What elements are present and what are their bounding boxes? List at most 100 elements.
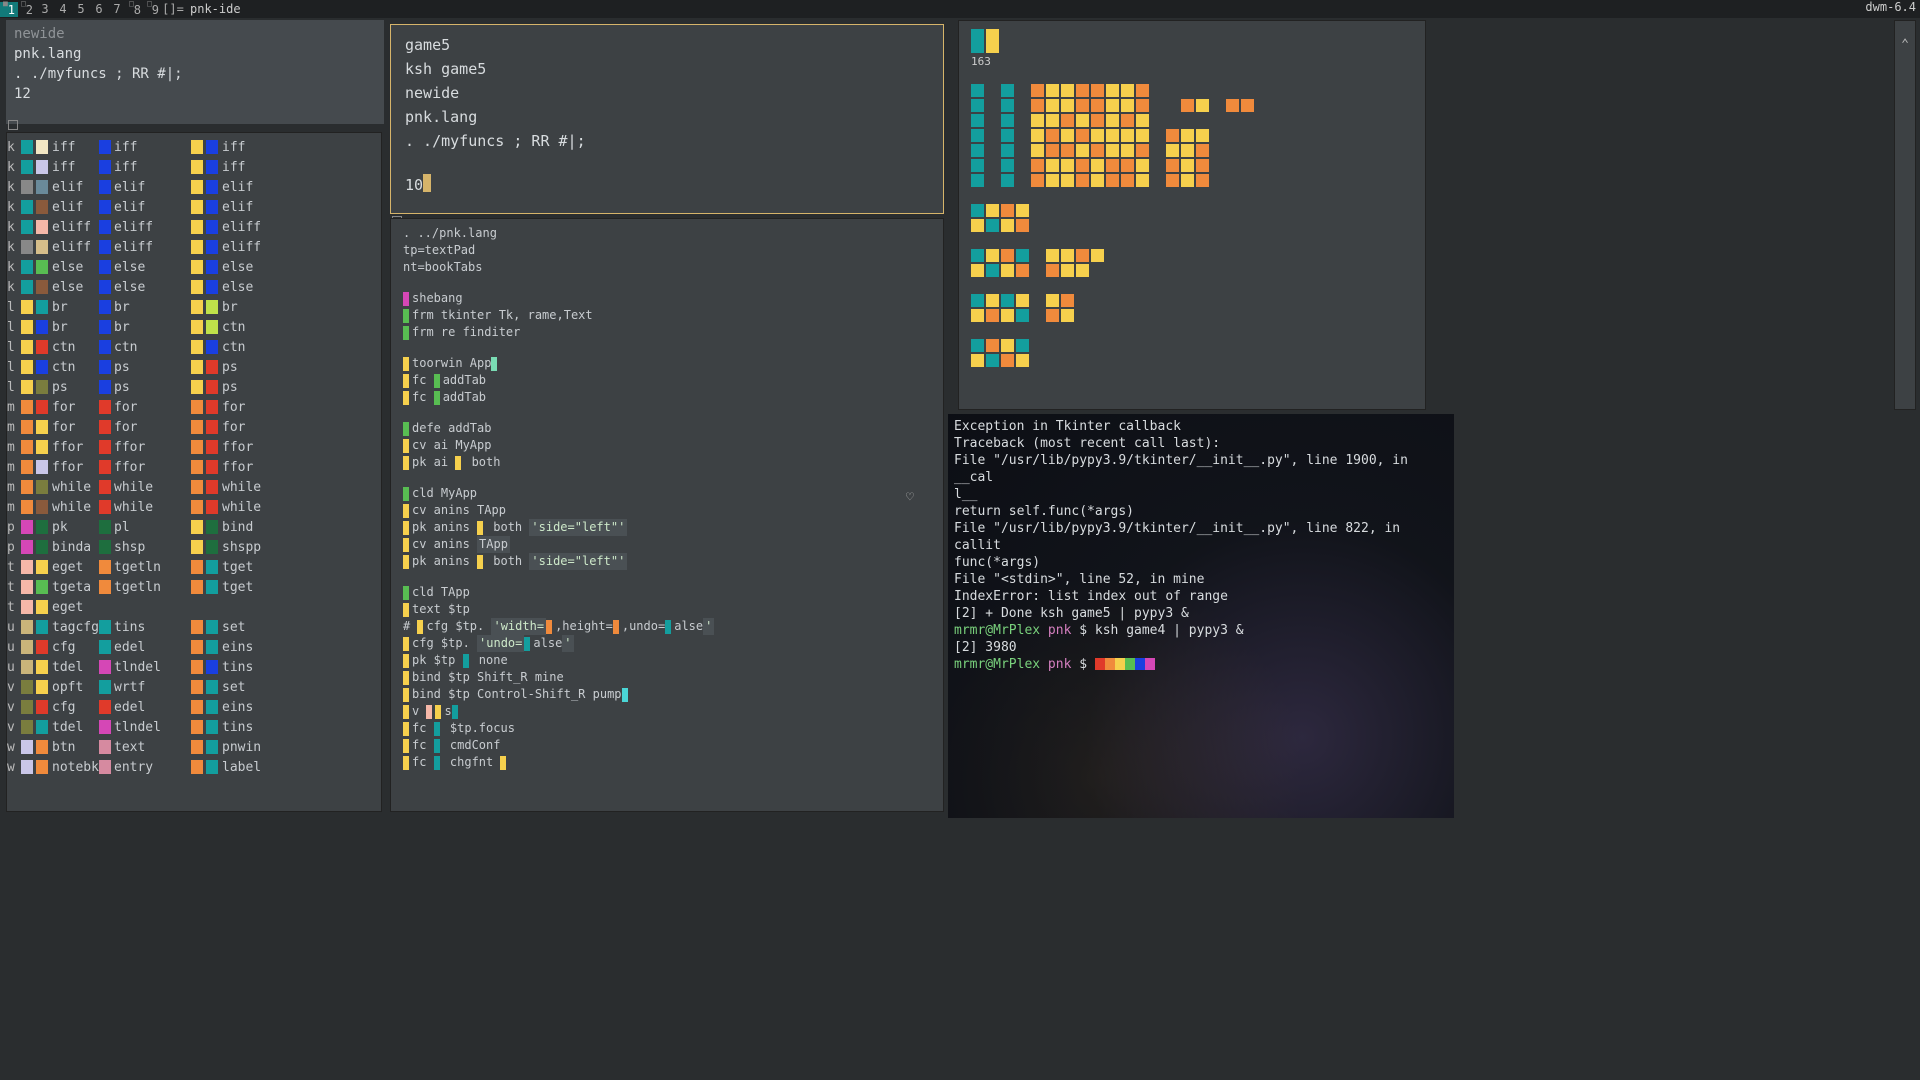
symbol-entry[interactable]: shsp — [99, 537, 191, 557]
symbol-entry[interactable]: entry — [99, 757, 191, 777]
symbol-entry[interactable]: tget — [191, 557, 283, 577]
code-line[interactable]: cfg $tp. 'undo=alse' — [403, 635, 935, 652]
symbol-entry[interactable]: for — [191, 397, 283, 417]
symbol-entry[interactable]: wrtf — [99, 677, 191, 697]
code-line[interactable]: bind $tp Control-Shift_R pump — [403, 686, 935, 703]
tag-8[interactable]: □8 — [126, 2, 144, 17]
code-line[interactable]: cv anins TApp — [403, 536, 935, 553]
symbol-entry[interactable]: kiff — [7, 137, 99, 157]
symbol-entry[interactable]: vtdel — [7, 717, 99, 737]
symbol-entry[interactable]: utdel — [7, 657, 99, 677]
code-line[interactable]: cv anins TApp — [403, 502, 935, 519]
symbol-entry[interactable]: ffor — [191, 437, 283, 457]
symbol-entry[interactable]: for — [99, 417, 191, 437]
symbol-entry[interactable] — [191, 597, 283, 617]
symbol-entry[interactable]: elif — [99, 177, 191, 197]
symbol-entry[interactable]: iff — [191, 157, 283, 177]
code-line[interactable]: pk anins both 'side="left"' — [403, 553, 935, 570]
tag-9[interactable]: □9 — [144, 2, 162, 17]
symbol-entry[interactable]: eliff — [191, 217, 283, 237]
symbol-entry[interactable]: kiff — [7, 157, 99, 177]
symbol-entry[interactable]: ucfg — [7, 637, 99, 657]
code-line[interactable]: pk ai both — [403, 454, 935, 471]
symbol-entry[interactable]: mwhile — [7, 497, 99, 517]
symbol-entry[interactable]: tget — [191, 577, 283, 597]
symbol-entry[interactable]: text — [99, 737, 191, 757]
symbol-entry[interactable]: mffor — [7, 437, 99, 457]
symbol-entry[interactable]: shspp — [191, 537, 283, 557]
symbol-palette-pane[interactable]: kiffkiffkelifkelifkeliffkeliffkelsekelse… — [6, 132, 382, 812]
symbol-entry[interactable]: set — [191, 617, 283, 637]
tag-2[interactable]: □2 — [18, 2, 36, 17]
scroll-up-icon[interactable]: ⌃ — [1895, 37, 1915, 52]
symbol-entry[interactable]: ctn — [191, 317, 283, 337]
code-line[interactable]: fc addTab — [403, 389, 935, 406]
symbol-entry[interactable]: tlndel — [99, 657, 191, 677]
symbol-entry[interactable]: br — [191, 297, 283, 317]
symbol-entry[interactable]: elif — [191, 177, 283, 197]
symbol-entry[interactable]: tins — [191, 657, 283, 677]
symbol-entry[interactable]: set — [191, 677, 283, 697]
code-line[interactable]: v s — [403, 703, 935, 720]
code-line[interactable]: pk $tp none — [403, 652, 935, 669]
layout-indicator[interactable]: []= — [162, 2, 184, 16]
symbol-entry[interactable]: lbr — [7, 297, 99, 317]
minimap-pane[interactable]: 163 — [958, 20, 1426, 410]
symbol-entry[interactable]: tlndel — [99, 717, 191, 737]
symbol-entry[interactable]: for — [99, 397, 191, 417]
symbol-entry[interactable]: teget — [7, 597, 99, 617]
code-line[interactable]: bind $tp Shift_R mine — [403, 669, 935, 686]
symbol-entry[interactable]: tins — [191, 717, 283, 737]
tag-5[interactable]: 5 — [72, 2, 90, 16]
symbol-entry[interactable]: eins — [191, 637, 283, 657]
symbol-entry[interactable]: kelse — [7, 257, 99, 277]
code-line[interactable]: cv ai MyApp — [403, 437, 935, 454]
symbol-entry[interactable]: tgetln — [99, 577, 191, 597]
symbol-entry[interactable]: mfor — [7, 397, 99, 417]
tag-3[interactable]: 3 — [36, 2, 54, 16]
symbol-entry[interactable]: lctn — [7, 357, 99, 377]
symbol-entry[interactable]: ttgeta — [7, 577, 99, 597]
symbol-entry[interactable]: eliff — [99, 217, 191, 237]
code-line[interactable]: # cfg $tp. 'width=,height=,undo=alse' — [403, 618, 935, 635]
symbol-entry[interactable]: bind — [191, 517, 283, 537]
symbol-entry[interactable]: teget — [7, 557, 99, 577]
code-line[interactable]: fc $tp.focus — [403, 720, 935, 737]
tag-4[interactable]: 4 — [54, 2, 72, 16]
symbol-entry[interactable]: ffor — [99, 457, 191, 477]
symbol-entry[interactable]: eliff — [191, 237, 283, 257]
symbol-entry[interactable]: pbinda — [7, 537, 99, 557]
symbol-entry[interactable]: ps — [191, 357, 283, 377]
symbol-entry[interactable]: mfor — [7, 417, 99, 437]
symbol-entry[interactable]: pnwin — [191, 737, 283, 757]
code-editor-pane[interactable]: . ../pnk.langtp=textPadnt=bookTabs sheban… — [390, 218, 944, 812]
symbol-entry[interactable]: elif — [99, 197, 191, 217]
code-line[interactable]: . ../pnk.lang — [403, 225, 935, 242]
code-line[interactable]: nt=bookTabs — [403, 259, 935, 276]
tag-7[interactable]: 7 — [108, 2, 126, 16]
code-line[interactable]: tp=textPad — [403, 242, 935, 259]
symbol-entry[interactable]: edel — [99, 697, 191, 717]
symbol-entry[interactable]: kelif — [7, 197, 99, 217]
code-line[interactable]: text $tp — [403, 601, 935, 618]
code-line[interactable]: defe addTab — [403, 420, 935, 437]
tag-6[interactable]: 6 — [90, 2, 108, 16]
symbol-entry[interactable]: ctn — [191, 337, 283, 357]
symbol-entry[interactable]: elif — [191, 197, 283, 217]
code-line[interactable]: fc chgfnt — [403, 754, 935, 771]
symbol-entry[interactable]: ctn — [99, 337, 191, 357]
code-line[interactable]: toorwin App — [403, 355, 935, 372]
symbol-entry[interactable]: wnotebk — [7, 757, 99, 777]
symbol-entry[interactable]: mffor — [7, 457, 99, 477]
code-line[interactable]: shebang — [403, 290, 935, 307]
prompt-input-line[interactable]: 10 — [405, 173, 929, 197]
symbol-entry[interactable]: iff — [99, 157, 191, 177]
code-line[interactable]: fc addTab — [403, 372, 935, 389]
symbol-entry[interactable]: vcfg — [7, 697, 99, 717]
symbol-entry[interactable]: ffor — [99, 437, 191, 457]
symbol-entry[interactable]: label — [191, 757, 283, 777]
symbol-entry[interactable]: iff — [191, 137, 283, 157]
symbol-entry[interactable]: eins — [191, 697, 283, 717]
terminal-pane[interactable]: Exception in Tkinter callbackTraceback (… — [948, 414, 1454, 818]
symbol-entry[interactable]: else — [99, 277, 191, 297]
